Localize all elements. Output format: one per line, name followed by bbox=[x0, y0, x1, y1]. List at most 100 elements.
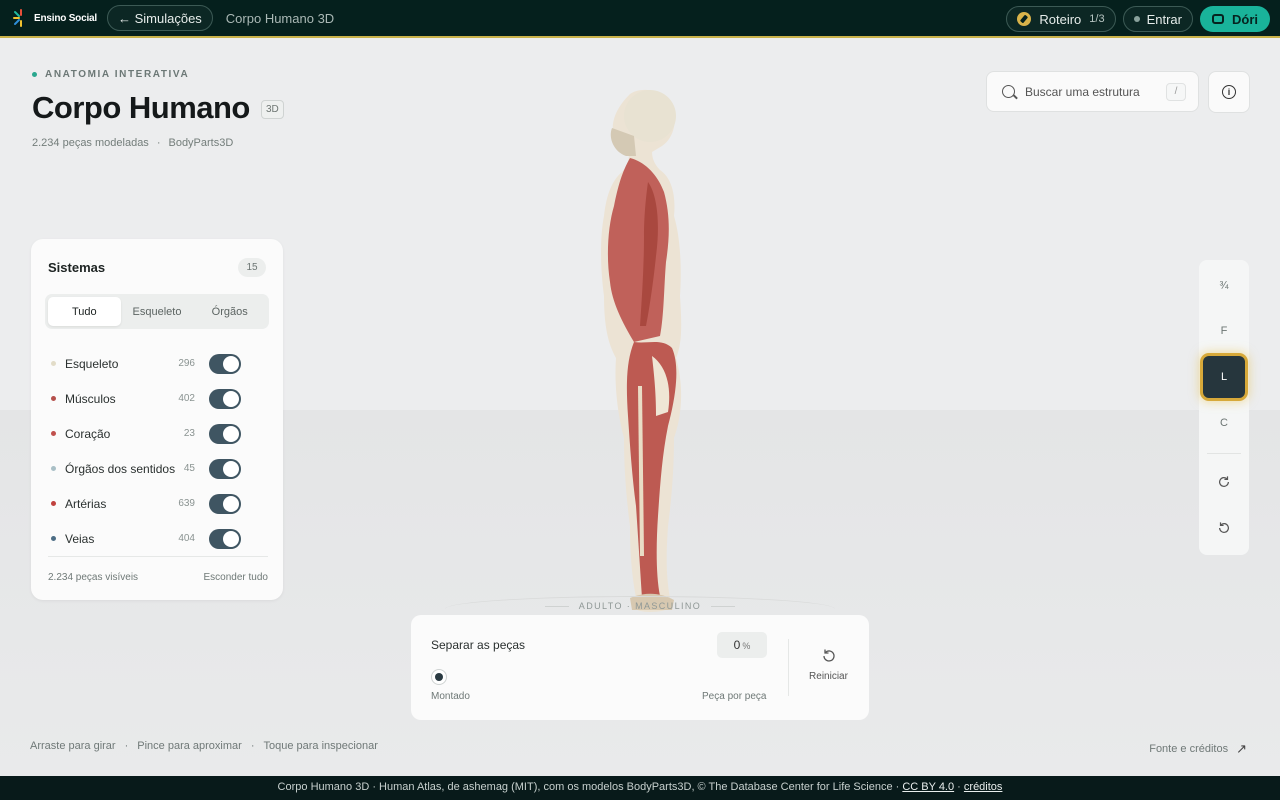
tour-count: 1/3 bbox=[1089, 13, 1105, 25]
system-row-muscles[interactable]: Músculos 402 bbox=[51, 381, 273, 416]
attribution-text: Corpo Humano 3D · Human Atlas, de ashema… bbox=[277, 781, 903, 793]
system-name: Artérias bbox=[65, 496, 107, 511]
system-count: 402 bbox=[178, 393, 195, 404]
login-button[interactable]: Entrar bbox=[1122, 6, 1193, 32]
pieces-count: 2.234 peças modeladas bbox=[32, 137, 149, 149]
brand-logo[interactable]: Ensino Social bbox=[10, 7, 97, 29]
system-row-skeleton[interactable]: Esqueleto 296 bbox=[51, 346, 273, 381]
gesture-hints: Arraste para girar · Pince para aproximar ·… bbox=[30, 740, 378, 752]
info-icon: i bbox=[1222, 85, 1236, 99]
reset-label: Reiniciar bbox=[809, 671, 848, 682]
model-label: ADULTO · MASCULINO bbox=[545, 601, 735, 611]
system-row-arteries[interactable]: Artérias 639 bbox=[51, 486, 273, 521]
system-color-dot bbox=[51, 501, 56, 506]
view-three-quarter-button[interactable]: ¾ bbox=[1199, 266, 1249, 306]
system-row-veins[interactable]: Veias 404 bbox=[51, 521, 273, 556]
system-toggle-arteries[interactable] bbox=[209, 494, 241, 514]
system-toggle-heart[interactable] bbox=[209, 424, 241, 444]
explode-panel: Separar as peças 0% Montado Peça por peç… bbox=[411, 615, 869, 720]
attribution-footer: Corpo Humano 3D · Human Atlas, de ashema… bbox=[0, 776, 1280, 800]
hide-all-button[interactable]: Esconder tudo bbox=[204, 572, 269, 583]
skull bbox=[624, 90, 676, 142]
femur-tibia bbox=[638, 385, 644, 557]
system-color-dot bbox=[51, 431, 56, 436]
reset-view-button[interactable] bbox=[1199, 508, 1249, 548]
rotate-icon bbox=[1219, 476, 1229, 487]
systems-title: Sistemas bbox=[48, 260, 106, 275]
systems-count-badge: 15 bbox=[238, 258, 266, 277]
reset-icon bbox=[822, 649, 835, 662]
search-input[interactable] bbox=[1025, 84, 1155, 99]
tour-label: Roteiro bbox=[1039, 11, 1082, 27]
system-count: 45 bbox=[183, 463, 195, 474]
credits-link[interactable]: créditos bbox=[964, 781, 1003, 793]
system-color-dot bbox=[51, 466, 56, 471]
reset-icon bbox=[1219, 522, 1229, 533]
reset-explode-button[interactable]: Reiniciar bbox=[801, 648, 856, 682]
info-button[interactable]: i bbox=[1208, 71, 1250, 113]
view-rail: ¾ F L C bbox=[1199, 260, 1249, 555]
assistant-button[interactable]: Dóri bbox=[1200, 6, 1270, 32]
human-body-3d-model[interactable] bbox=[590, 86, 700, 616]
explode-slider-handle[interactable] bbox=[431, 669, 447, 685]
external-arrow-icon: ↗ bbox=[1236, 741, 1247, 756]
credits-link-label: Fonte e créditos bbox=[1149, 743, 1229, 755]
sunburst-logo-icon bbox=[13, 9, 22, 27]
eyebrow-dot-icon bbox=[32, 72, 37, 77]
system-color-dot bbox=[51, 361, 56, 366]
system-toggle-sense-organs[interactable] bbox=[209, 459, 241, 479]
systems-filter-tabs: Tudo Esqueleto Órgãos bbox=[45, 294, 269, 329]
eyebrow-text: ANATOMIA INTERATIVA bbox=[45, 69, 190, 80]
system-name: Esqueleto bbox=[65, 356, 119, 371]
explode-value-number: 0 bbox=[733, 638, 741, 652]
tab-all[interactable]: Tudo bbox=[48, 297, 121, 326]
system-color-dot bbox=[51, 536, 56, 541]
assistant-label: Dóri bbox=[1232, 11, 1258, 27]
robot-icon bbox=[1212, 14, 1224, 24]
system-toggle-muscles[interactable] bbox=[209, 389, 241, 409]
view-lateral-button[interactable]: L bbox=[1203, 356, 1245, 398]
model-meta: 2.234 peças modeladas · BodyParts3D bbox=[32, 137, 234, 149]
compass-icon bbox=[1017, 12, 1032, 26]
section-eyebrow: ANATOMIA INTERATIVA bbox=[32, 69, 189, 80]
footer-separator: · bbox=[954, 781, 964, 793]
system-color-dot bbox=[51, 396, 56, 401]
system-toggle-veins[interactable] bbox=[209, 529, 241, 549]
system-name: Veias bbox=[65, 531, 95, 546]
brand-name: Ensino Social bbox=[34, 12, 97, 24]
model-source: BodyParts3D bbox=[168, 137, 234, 149]
slider-max-label: Peça por peça bbox=[702, 691, 767, 702]
tour-button[interactable]: Roteiro 1/3 bbox=[1006, 6, 1116, 32]
hint-rotate: Arraste para girar bbox=[30, 740, 116, 752]
system-row-heart[interactable]: Coração 23 bbox=[51, 416, 273, 451]
system-name: Músculos bbox=[65, 391, 116, 406]
explode-divider bbox=[788, 639, 789, 696]
view-front-button[interactable]: F bbox=[1199, 311, 1249, 351]
back-to-simulations-button[interactable]: ← Simulações bbox=[106, 5, 213, 31]
systems-panel: Sistemas 15 Tudo Esqueleto Órgãos Esquel… bbox=[31, 239, 283, 600]
view-back-button[interactable]: C bbox=[1199, 403, 1249, 443]
structure-search[interactable]: / bbox=[986, 71, 1199, 112]
system-count: 404 bbox=[178, 533, 195, 544]
system-count: 23 bbox=[183, 428, 195, 439]
system-toggle-skeleton[interactable] bbox=[209, 354, 241, 374]
hint-inspect: Toque para inspecionar bbox=[263, 740, 378, 752]
search-icon bbox=[1002, 85, 1015, 98]
tab-organs[interactable]: Órgãos bbox=[193, 297, 266, 326]
system-row-sense-organs[interactable]: Órgãos dos sentidos 45 bbox=[51, 451, 273, 486]
tab-skeleton[interactable]: Esqueleto bbox=[121, 297, 194, 326]
auto-rotate-button[interactable] bbox=[1199, 462, 1249, 502]
license-link[interactable]: CC BY 4.0 bbox=[902, 781, 954, 793]
explode-label: Separar as peças bbox=[431, 638, 526, 652]
system-name: Órgãos dos sentidos bbox=[65, 461, 176, 476]
status-dot-icon bbox=[1133, 16, 1140, 22]
rail-divider bbox=[1207, 453, 1241, 454]
page-title-breadcrumb: Corpo Humano 3D bbox=[225, 10, 335, 26]
visible-pieces-count: 2.234 peças visíveis bbox=[48, 572, 139, 583]
source-credits-link[interactable]: Fonte e créditos ↗ bbox=[1149, 741, 1247, 757]
hint-zoom: Pince para aproximar bbox=[137, 740, 242, 752]
top-bar: Ensino Social ← Simulações Corpo Humano … bbox=[0, 0, 1280, 38]
login-label: Entrar bbox=[1146, 11, 1182, 27]
3d-badge: 3D bbox=[261, 100, 284, 119]
systems-footer: 2.234 peças visíveis Esconder tudo bbox=[48, 556, 268, 583]
